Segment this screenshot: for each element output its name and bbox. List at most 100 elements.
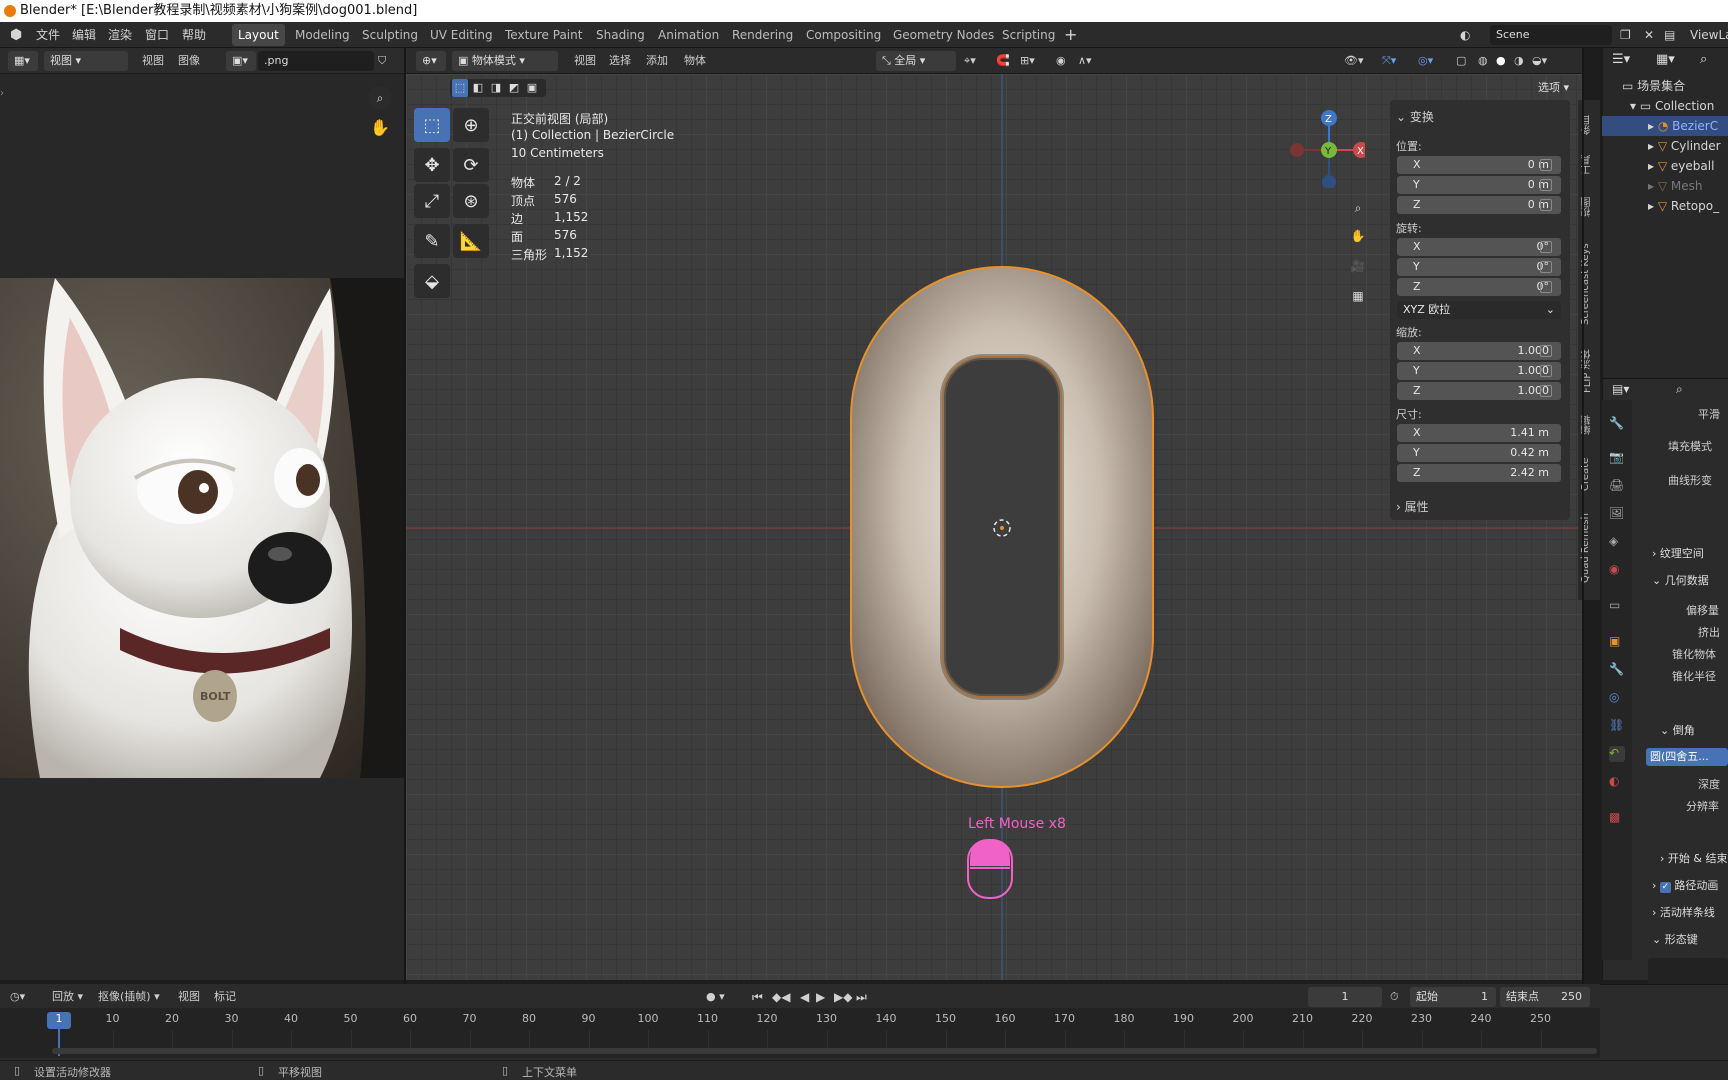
playback-menu[interactable]: 回放 ▾ bbox=[52, 987, 83, 1007]
pan-view-icon[interactable]: ✋ bbox=[1346, 224, 1370, 248]
geometry-section[interactable]: ⌄ 几何数据 bbox=[1652, 572, 1709, 588]
lock-icon[interactable] bbox=[1540, 241, 1552, 253]
texture-tab-icon[interactable]: ▩ bbox=[1609, 810, 1625, 826]
shape-keys-section[interactable]: ⌄ 形态键 bbox=[1652, 931, 1698, 947]
image-name-field[interactable]: .png bbox=[258, 51, 374, 71]
timeline-scrollbar[interactable] bbox=[52, 1048, 1597, 1054]
view-layer-name[interactable]: ViewLa bbox=[1690, 22, 1728, 48]
physics-tab-icon[interactable]: ◎ bbox=[1609, 690, 1625, 706]
marker-menu[interactable]: 标记 bbox=[214, 987, 236, 1007]
snap-icon[interactable]: 🧲 bbox=[996, 51, 1010, 71]
tab-shading[interactable]: Shading bbox=[590, 24, 651, 46]
path-animation-section[interactable]: › ✓ 路径动画 bbox=[1652, 877, 1718, 893]
lock-icon[interactable] bbox=[1540, 261, 1552, 273]
scale-z-field[interactable]: Z 1.000 bbox=[1397, 382, 1561, 400]
timeline-editor-type-icon[interactable]: ◷▾ bbox=[10, 987, 25, 1007]
render-tab-icon[interactable]: 📷 bbox=[1609, 450, 1625, 466]
menu-edit[interactable]: 编辑 bbox=[72, 22, 96, 48]
keying-menu[interactable]: 抠像(插帧) ▾ bbox=[98, 987, 160, 1007]
solid-shading-icon[interactable]: ● bbox=[1496, 51, 1506, 71]
tab-sculpting[interactable]: Sculpting bbox=[356, 24, 424, 46]
next-keyframe-icon[interactable]: ▶◆ bbox=[834, 987, 852, 1007]
outliner-collection[interactable]: ▾ ▭ Collection bbox=[1602, 96, 1728, 116]
proportional-edit-icon[interactable]: ◉ bbox=[1056, 51, 1066, 71]
section-transform-header[interactable]: ⌄ 变换 bbox=[1396, 108, 1434, 125]
view-mode-dropdown[interactable]: 视图 ▾ bbox=[44, 51, 128, 71]
falloff-icon[interactable]: ∧▾ bbox=[1078, 51, 1092, 71]
collection-tab-icon[interactable]: ▭ bbox=[1609, 598, 1625, 614]
pan-hand-icon[interactable]: ✋ bbox=[368, 116, 392, 140]
navigation-gizmo[interactable]: Z X Y bbox=[1285, 108, 1365, 188]
lock-icon[interactable] bbox=[1540, 179, 1552, 191]
properties-search-icon[interactable]: ⌕ bbox=[1676, 382, 1683, 397]
end-frame-field[interactable]: 结束点 250 bbox=[1500, 987, 1590, 1007]
scene-tab-icon[interactable]: ◈ bbox=[1609, 534, 1625, 550]
outliner-item-mesh[interactable]: ▸ ▽ Mesh bbox=[1602, 176, 1728, 196]
checkbox-checked-icon[interactable]: ✓ bbox=[1659, 882, 1671, 893]
editor-type-3d-icon[interactable]: ⊕▾ bbox=[416, 51, 446, 71]
outliner-filter-icon[interactable]: ▦▾ bbox=[1656, 52, 1675, 67]
dimensions-y-field[interactable]: Y 0.42 m bbox=[1397, 444, 1561, 462]
scale-x-field[interactable]: X 1.000 bbox=[1397, 342, 1561, 360]
dimensions-x-field[interactable]: X 1.41 m bbox=[1397, 424, 1561, 442]
rendered-shading-icon[interactable]: ◒▾ bbox=[1532, 51, 1547, 71]
location-y-field[interactable]: Y0 m bbox=[1397, 176, 1561, 194]
record-keyframe-icon[interactable]: ● ▾ bbox=[706, 987, 725, 1007]
jump-start-icon[interactable]: ⏮ bbox=[752, 987, 763, 1007]
dimensions-z-field[interactable]: Z 2.42 m bbox=[1397, 464, 1561, 482]
lock-icon[interactable] bbox=[1540, 365, 1552, 377]
output-tab-icon[interactable]: 🖨 bbox=[1609, 478, 1625, 494]
pivot-icon[interactable]: ⌖▾ bbox=[964, 51, 976, 71]
tab-rendering[interactable]: Rendering bbox=[726, 24, 799, 46]
bevel-mode-round-button[interactable]: 圆(四舍五... bbox=[1646, 748, 1728, 766]
scale-y-field[interactable]: Y 1.000 bbox=[1397, 362, 1561, 380]
outliner-item-cylinder[interactable]: ▸ ▽ Cylinder bbox=[1602, 136, 1728, 156]
area-splitter[interactable] bbox=[1582, 48, 1584, 984]
play-reverse-icon[interactable]: ◀ bbox=[800, 987, 809, 1007]
menu-file[interactable]: 文件 bbox=[36, 22, 60, 48]
visibility-icon[interactable]: 👁▾ bbox=[1344, 51, 1364, 71]
tab-uv-editing[interactable]: UV Editing bbox=[424, 24, 499, 46]
view-layer-tab-icon[interactable]: 🖼 bbox=[1609, 506, 1625, 522]
view-layer-icon[interactable]: ▤ bbox=[1664, 22, 1675, 48]
menu-image[interactable]: 图像 bbox=[178, 51, 200, 71]
prev-keyframe-icon[interactable]: ◆◀ bbox=[772, 987, 790, 1007]
lock-icon[interactable] bbox=[1540, 199, 1552, 211]
timeline-view-menu[interactable]: 视图 bbox=[178, 987, 200, 1007]
tab-geometry-nodes[interactable]: Geometry Nodes bbox=[887, 24, 1000, 46]
outliner-scene-collection[interactable]: ▭ 场景集合 bbox=[1602, 76, 1728, 96]
world-tab-icon[interactable]: ◉ bbox=[1609, 562, 1625, 578]
jump-end-icon[interactable]: ⏭ bbox=[856, 987, 867, 1007]
collapse-toolbar-icon[interactable]: › bbox=[0, 88, 4, 99]
rotation-y-field[interactable]: Y 0° bbox=[1397, 258, 1561, 276]
rotation-z-field[interactable]: Z 0° bbox=[1397, 278, 1561, 296]
texture-space-section[interactable]: › 纹理空间 bbox=[1652, 545, 1704, 561]
lock-icon[interactable] bbox=[1540, 345, 1552, 357]
transform-orientation-dropdown[interactable]: ⤡ 全局 ▾ bbox=[876, 51, 956, 71]
outliner-search-icon[interactable]: ⌕ bbox=[1700, 52, 1707, 67]
tool-tab-icon[interactable]: 🔧 bbox=[1609, 416, 1625, 432]
scene-name-field[interactable]: Scene bbox=[1490, 25, 1612, 45]
tab-animation[interactable]: Animation bbox=[652, 24, 725, 46]
remove-scene-icon[interactable]: ✕ bbox=[1644, 22, 1654, 48]
outliner-item-retopo[interactable]: ▸ ▽ Retopo_ bbox=[1602, 196, 1728, 216]
constraints-tab-icon[interactable]: ⛓ bbox=[1609, 718, 1625, 734]
outliner-display-mode-icon[interactable]: ☰▾ bbox=[1612, 52, 1630, 67]
blender-menu-icon[interactable]: ⬢ bbox=[10, 22, 22, 48]
scene-selector-icon[interactable]: ◐ bbox=[1460, 22, 1470, 48]
start-end-section[interactable]: › 开始 & 结束 bbox=[1660, 850, 1727, 866]
ortho-toggle-icon[interactable]: ▦ bbox=[1346, 284, 1370, 308]
object-mode-dropdown[interactable]: ▣ 物体模式 ▾ bbox=[452, 51, 558, 71]
outliner-item-eyeball[interactable]: ▸ ▽ eyeball bbox=[1602, 156, 1728, 176]
menu-window[interactable]: 窗口 bbox=[145, 22, 169, 48]
menu-vp-add[interactable]: 添加 bbox=[646, 51, 668, 71]
modifier-tab-icon[interactable]: 🔧 bbox=[1609, 662, 1625, 678]
outliner-item-bezier[interactable]: ▸ ◔ BezierC bbox=[1602, 116, 1728, 136]
menu-vp-select[interactable]: 选择 bbox=[609, 51, 631, 71]
material-tab-icon[interactable]: ◐ bbox=[1609, 774, 1625, 790]
properties-editor-type-icon[interactable]: ▤▾ bbox=[1612, 382, 1629, 396]
add-workspace-icon[interactable]: + bbox=[1064, 22, 1077, 48]
area-splitter[interactable] bbox=[404, 48, 406, 984]
overlay-toggle-icon[interactable]: ◎▾ bbox=[1418, 51, 1433, 71]
new-scene-icon[interactable]: ❐ bbox=[1620, 22, 1631, 48]
